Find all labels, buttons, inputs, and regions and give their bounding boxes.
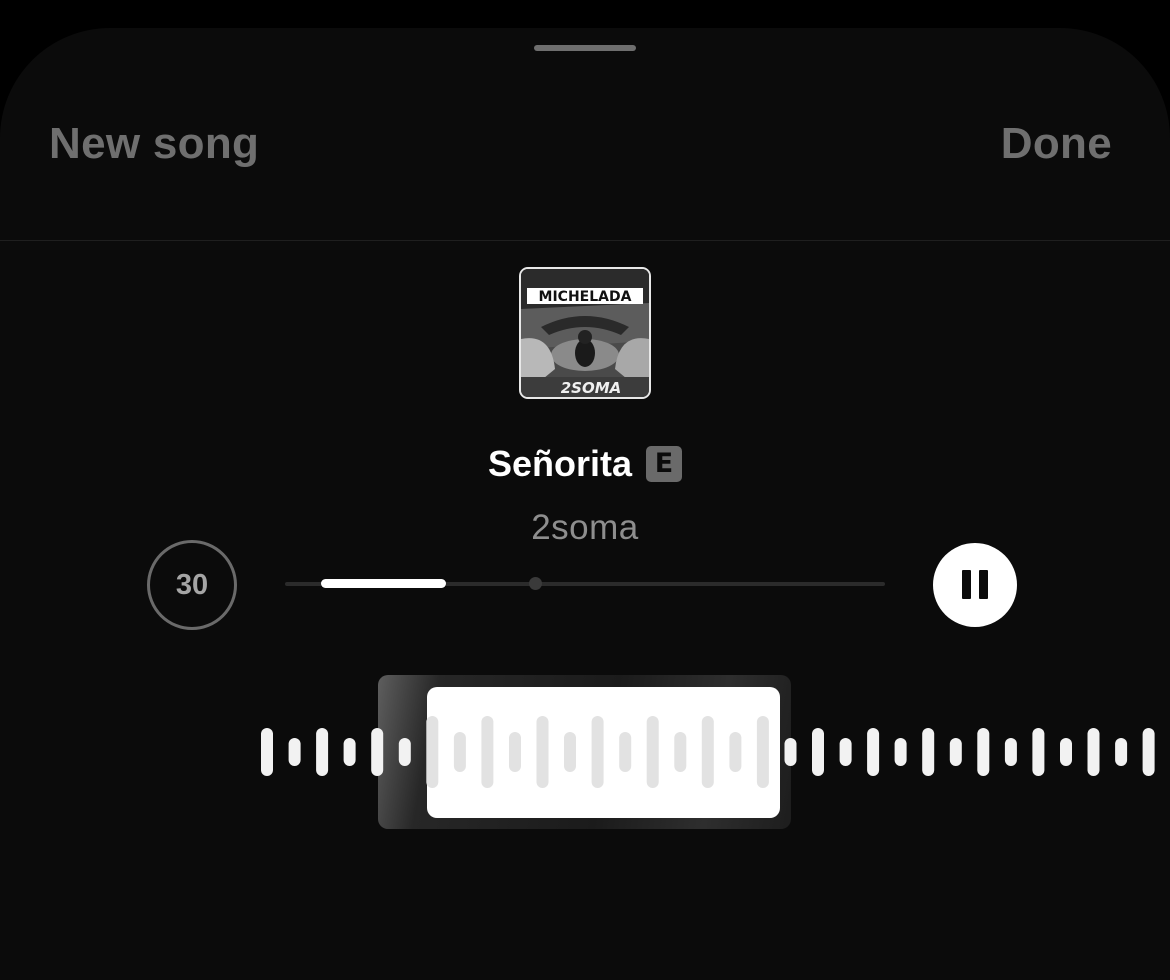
waveform-bar — [261, 728, 273, 776]
waveform-bar — [729, 732, 742, 772]
waveform-bar — [894, 738, 907, 766]
waveform-bar — [564, 732, 576, 772]
waveform-bar — [1032, 728, 1045, 776]
waveform-bar — [591, 716, 604, 788]
waveform-bar — [1060, 738, 1072, 766]
waveform-bar — [536, 716, 549, 788]
waveform-bar — [426, 716, 439, 788]
waveform-bar — [453, 732, 466, 772]
waveform-bar — [481, 716, 494, 788]
waveform-bar — [1087, 728, 1100, 776]
waveform-bar — [1142, 728, 1155, 776]
waveform-bar — [398, 738, 411, 766]
waveform-bar — [343, 738, 356, 766]
waveform-bar — [756, 716, 769, 788]
waveform-bar — [619, 732, 632, 772]
waveform-bar — [784, 738, 797, 766]
waveform-bar — [674, 732, 687, 772]
waveform-bar — [812, 728, 824, 776]
waveform-bar — [922, 728, 935, 776]
waveform-bar — [977, 728, 990, 776]
waveform-bar — [288, 738, 301, 766]
waveform-bar — [1004, 738, 1017, 766]
waveform-bar — [701, 716, 714, 788]
waveform-bar — [371, 728, 384, 776]
waveform-bar — [867, 728, 880, 776]
waveform-bar — [316, 728, 329, 776]
waveform-bar — [839, 738, 852, 766]
waveform-bar — [646, 716, 659, 788]
waveform[interactable] — [0, 0, 1170, 980]
waveform-bar — [949, 738, 962, 766]
waveform-bar — [509, 732, 521, 772]
waveform-bar — [1115, 738, 1128, 766]
